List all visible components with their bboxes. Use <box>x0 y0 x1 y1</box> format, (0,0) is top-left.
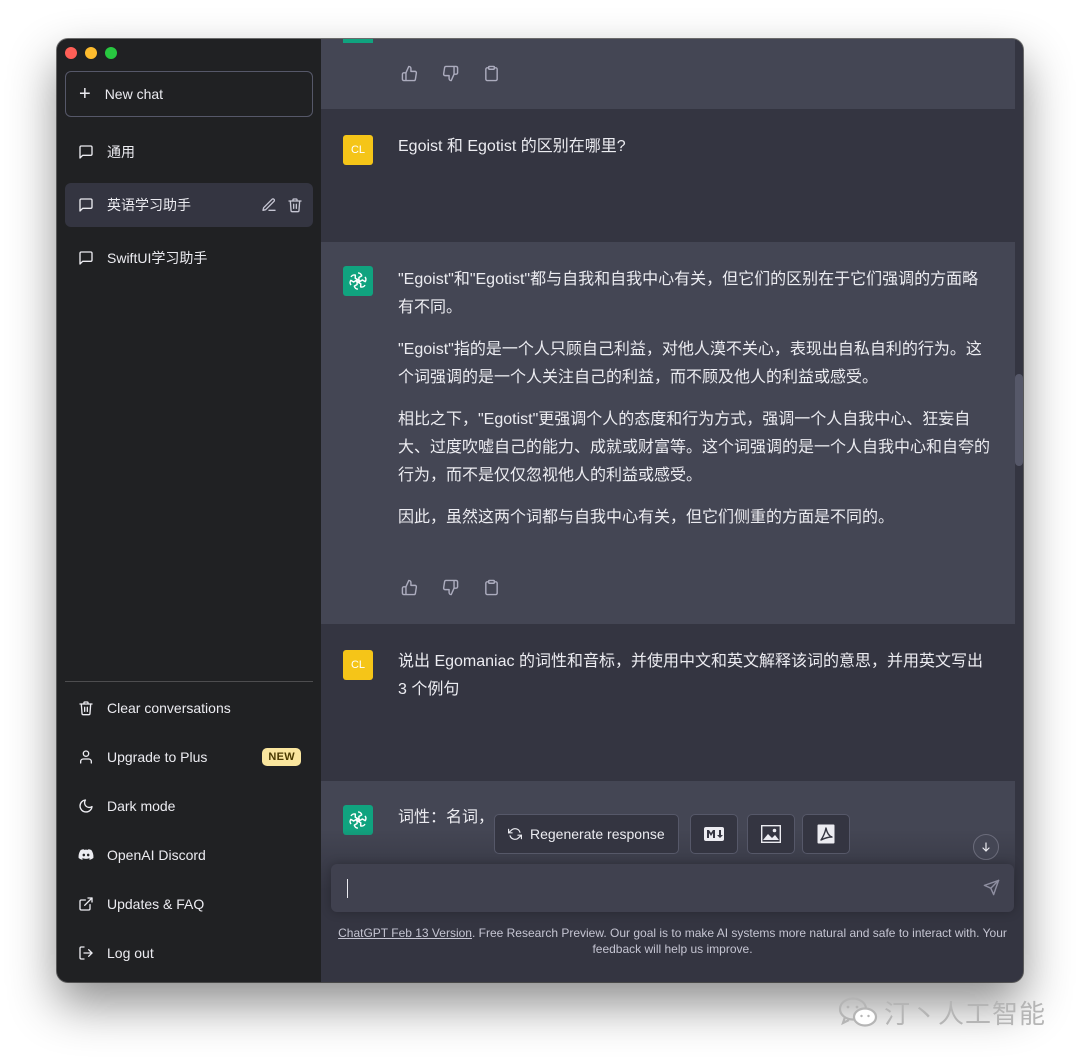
user-avatar: CL <box>343 135 373 165</box>
watermark-text: 汀丶人工智能 <box>884 999 1047 1029</box>
image-icon <box>761 825 781 843</box>
close-window-button[interactable] <box>65 47 77 59</box>
text-caret <box>347 879 348 898</box>
pencil-icon[interactable] <box>261 197 277 213</box>
logout-icon <box>78 945 94 961</box>
answer-paragraph: 相比之下，"Egotist"更强调个人的态度和行为方式，强调一个人自我中心、狂妄… <box>398 411 991 484</box>
app-window: + New chat 通用 英语学习助手 SwiftUI学习助手 Clear c… <box>57 39 1023 982</box>
assistant-message-text: "Egoist"和"Egotist"都与自我和自我中心有关，但它们的区别在于它们… <box>398 266 993 546</box>
watermark: 汀丶人工智能 <box>838 994 1046 1031</box>
user-message-text: 说出 Egomaniac 的词性和音标，并使用中文和英文解释该词的意思，并用英文… <box>398 653 983 698</box>
user-icon <box>78 749 94 765</box>
copy-icon[interactable] <box>483 579 500 596</box>
export-image-button[interactable] <box>747 814 795 854</box>
user-message: CL Egoist 和 Egotist 的区别在哪里? <box>321 109 1015 242</box>
conversation-actions <box>261 197 303 213</box>
export-pdf-button[interactable] <box>802 814 850 854</box>
assistant-message <box>321 39 1015 109</box>
dark-mode-label: Dark mode <box>107 798 176 814</box>
regenerate-response-button[interactable]: Regenerate response <box>494 814 679 854</box>
trash-icon <box>78 700 94 716</box>
chat-main: CL Egoist 和 Egotist 的区别在哪里? "Egoist"和"Eg… <box>321 39 1023 982</box>
thumbs-down-icon[interactable] <box>442 579 459 596</box>
footer-text: . Free Research Preview. Our goal is to … <box>471 926 1007 956</box>
window-controls <box>65 47 117 59</box>
log-out-button[interactable]: Log out <box>65 931 313 975</box>
updates-faq-label: Updates & FAQ <box>107 896 205 912</box>
new-badge: NEW <box>262 748 301 766</box>
answer-paragraph: "Egoist"和"Egotist"都与自我和自我中心有关，但它们的区别在于它们… <box>398 271 979 316</box>
version-link[interactable]: ChatGPT Feb 13 Version <box>338 926 472 940</box>
chat-bubble-icon <box>78 144 94 160</box>
thumbs-down-icon[interactable] <box>442 65 459 82</box>
chat-bubble-icon <box>78 250 94 266</box>
message-feedback <box>401 65 500 82</box>
answer-paragraph: 因此，虽然这两个词都与自我中心有关，但它们侧重的方面是不同的。 <box>398 509 895 526</box>
conversation-item[interactable]: 通用 <box>65 130 313 174</box>
send-icon[interactable] <box>983 879 1000 896</box>
sidebar-divider <box>65 681 313 682</box>
updates-faq-link[interactable]: Updates & FAQ <box>65 882 313 926</box>
clear-conversations-button[interactable]: Clear conversations <box>65 686 313 730</box>
trash-icon[interactable] <box>287 197 303 213</box>
response-actions: Regenerate response <box>321 814 1023 862</box>
external-link-icon <box>78 896 94 912</box>
user-avatar: CL <box>343 650 373 680</box>
moon-icon <box>78 798 94 814</box>
message-input-container <box>331 864 1014 912</box>
scroll-to-bottom-button[interactable] <box>973 834 999 860</box>
message-feedback <box>401 579 500 596</box>
assistant-message: "Egoist"和"Egotist"都与自我和自我中心有关，但它们的区别在于它们… <box>321 242 1015 624</box>
wechat-icon <box>838 996 878 1030</box>
export-markdown-button[interactable] <box>690 814 738 854</box>
plus-icon: + <box>79 83 91 105</box>
chat-bubble-icon <box>78 197 94 213</box>
message-input[interactable] <box>345 878 965 900</box>
thumbs-up-icon[interactable] <box>401 65 418 82</box>
sidebar: + New chat 通用 英语学习助手 SwiftUI学习助手 Clear c… <box>57 39 321 982</box>
conversation-label: 英语学习助手 <box>107 197 191 213</box>
discord-label: OpenAI Discord <box>107 847 206 863</box>
discord-link[interactable]: OpenAI Discord <box>65 833 313 877</box>
user-message: CL 说出 Egomaniac 的词性和音标，并使用中文和英文解释该词的意思，并… <box>321 624 1015 781</box>
discord-icon <box>78 847 94 863</box>
conversation-item-active[interactable]: 英语学习助手 <box>65 183 313 227</box>
regenerate-label: Regenerate response <box>530 826 665 842</box>
new-chat-label: New chat <box>104 86 164 102</box>
openai-logo-icon <box>343 266 373 296</box>
conversation-item[interactable]: SwiftUI学习助手 <box>65 236 313 280</box>
user-message-text: Egoist 和 Egotist 的区别在哪里? <box>398 138 626 155</box>
conversation-label: SwiftUI学习助手 <box>107 250 208 266</box>
upgrade-label: Upgrade to Plus <box>107 749 208 765</box>
answer-paragraph: "Egoist"指的是一个人只顾自己利益，对他人漠不关心，表现出自私自利的行为。… <box>398 341 982 386</box>
copy-icon[interactable] <box>483 65 500 82</box>
dark-mode-toggle[interactable]: Dark mode <box>65 784 313 828</box>
refresh-icon <box>508 827 522 841</box>
footer-disclaimer: ChatGPT Feb 13 Version. Free Research Pr… <box>331 925 1014 957</box>
zoom-window-button[interactable] <box>105 47 117 59</box>
thumbs-up-icon[interactable] <box>401 579 418 596</box>
conversation-label: 通用 <box>107 144 135 160</box>
arrow-down-icon <box>980 841 992 853</box>
scrollbar-thumb[interactable] <box>1015 374 1023 466</box>
log-out-label: Log out <box>107 945 154 961</box>
new-chat-button[interactable]: + New chat <box>65 71 313 117</box>
openai-avatar-partial <box>343 39 373 43</box>
markdown-icon <box>704 827 724 841</box>
upgrade-to-plus-button[interactable]: Upgrade to Plus NEW <box>65 735 313 779</box>
clear-conversations-label: Clear conversations <box>107 700 231 716</box>
pdf-icon <box>817 824 835 844</box>
minimize-window-button[interactable] <box>85 47 97 59</box>
